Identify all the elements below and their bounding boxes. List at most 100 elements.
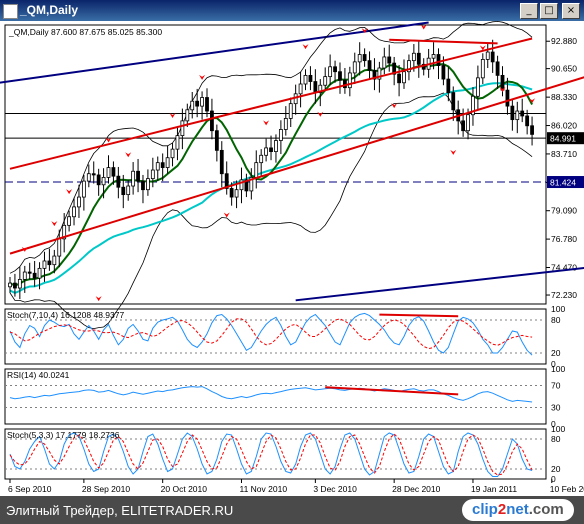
candle-body [17,279,22,289]
candle-body [283,118,288,130]
osc-title: RSI(14) 40.0241 [7,370,70,380]
osc-title: Stoch(5,3,3) 17.1779 18.2736 [7,430,120,440]
minimize-button[interactable]: _ [520,3,538,19]
osc-tick-label: 100 [551,364,565,374]
candle-body [333,66,337,73]
candle-body [160,162,165,168]
candle-body [298,83,303,95]
candle-body [269,147,273,152]
candle-body [8,282,12,288]
candle-body [461,120,466,132]
app-icon [3,4,18,19]
candle-body [175,135,180,150]
main-legend: _QM,Daily 87.600 87.675 85.025 85.300 [8,27,162,37]
candle-body [214,130,219,151]
y-tick-label: 72.230 [551,290,577,300]
osc-tick-label: 100 [551,424,565,434]
candle-body [254,162,259,178]
candle-body [500,74,505,91]
candle-body [520,110,525,117]
candle-body [436,54,441,66]
current-price-label: 84.991 [550,134,576,144]
candle-body [357,54,362,63]
candle-body [22,271,27,280]
candle-body [274,140,278,152]
osc-tick-label: 20 [551,348,561,358]
candle-body [47,260,52,266]
candle-body [303,74,308,85]
y-tick-label: 86.020 [551,121,577,131]
candle-body [485,51,490,60]
candle-body [441,65,446,80]
maximize-button[interactable]: □ [540,3,558,19]
candle-body [490,51,495,63]
candle-body [530,125,534,135]
candle-body [397,73,401,84]
candle-body [27,271,32,274]
x-tick-label: 28 Dec 2010 [392,484,440,494]
candle-body [136,170,140,182]
candle-body [411,52,416,62]
x-tick-label: 11 Nov 2010 [239,484,287,494]
candle-body [146,178,150,191]
candle-body [185,109,190,122]
candle-body [170,148,175,159]
candle-body [446,78,451,93]
candle-body [96,174,101,186]
candle-body [480,59,485,79]
candle-body [328,66,333,78]
candle-body [86,173,91,182]
y-tick-label: 88.330 [551,92,577,102]
candle-body [190,100,195,111]
osc-tick-label: 80 [551,434,561,444]
candle-body [180,120,185,137]
candle-body [72,206,76,218]
candle-body [141,180,145,191]
close-button[interactable]: × [562,3,580,19]
candle-body [288,103,293,119]
candle-body [116,175,121,188]
candle-body [77,196,81,208]
candle-body [81,180,86,198]
candle-body [278,129,283,141]
candle-body [32,272,37,279]
y-tick-label: 92.880 [551,36,577,46]
osc-tick-label: 30 [551,403,561,413]
candle-body [525,115,530,127]
candle-body [308,74,313,82]
candle-body [101,177,106,186]
osc-title: Stoch(7,10,4) 16.1208 48.9377 [7,310,124,320]
osc-tick-label: 70 [551,381,561,391]
x-tick-label: 28 Sep 2010 [82,484,130,494]
candle-body [13,282,17,289]
candle-body [234,189,239,198]
candle-body [495,61,500,76]
candle-body [431,54,436,59]
candle-body [205,97,209,112]
footer-watermark: Элитный Трейдер, ELITETRADER.RU [6,503,234,518]
footer-bar: Элитный Трейдер, ELITETRADER.RU clip2net… [0,496,584,524]
candle-body [195,100,200,107]
candle-body [126,185,131,196]
candle-body [323,76,328,86]
candle-body [387,56,392,64]
candle-body [91,173,96,176]
window-title: _QM,Daily [20,3,79,17]
candle-body [510,105,515,121]
candle-body [67,216,72,226]
candle-body [111,167,116,177]
candle-body [264,147,269,156]
osc-tick-label: 80 [551,315,561,325]
candle-body [52,255,57,266]
candle-body [210,110,214,132]
window-titlebar: _QM,Daily _ □ × [0,0,584,21]
candle-body [338,71,342,81]
candle-body [466,114,470,132]
y-tick-label: 79.090 [551,206,577,216]
candle-body [367,60,372,71]
x-tick-label: 20 Oct 2010 [161,484,208,494]
candle-body [347,72,352,89]
candle-body [382,56,387,69]
candle-body [106,167,111,178]
candle-body [155,162,160,171]
